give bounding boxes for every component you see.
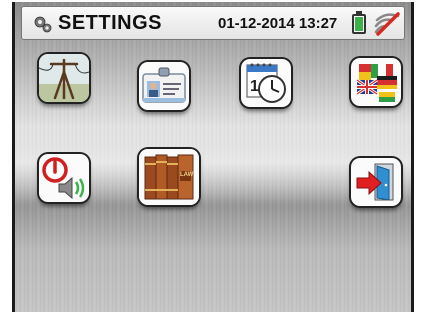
id-card-icon <box>142 67 186 103</box>
page-title: SETTINGS <box>58 12 163 34</box>
battery-level <box>355 17 363 31</box>
no-signal-icon <box>374 12 400 36</box>
calendar-clock-icon: 1 <box>246 63 286 103</box>
exit-door-icon <box>356 163 394 201</box>
law-label: LAW <box>180 172 194 178</box>
language-tile[interactable] <box>351 58 401 106</box>
exit-tile[interactable] <box>351 158 401 206</box>
date-time-readout: 01-12-2014 13:27 <box>218 15 338 32</box>
status-bar: SETTINGS 01-12-2014 13:27 <box>21 6 405 40</box>
device-frame: SETTINGS 01-12-2014 13:27 1 LAW <box>0 0 426 314</box>
gear-icon <box>34 16 52 33</box>
settings-screen: SETTINGS 01-12-2014 13:27 1 LAW <box>12 2 414 312</box>
power-line-icon <box>39 54 89 102</box>
power-line-tile[interactable] <box>39 54 89 102</box>
operator-id-tile[interactable] <box>139 62 189 110</box>
regulations-tile[interactable]: LAW <box>139 149 199 205</box>
date-time-tile[interactable]: 1 <box>241 59 291 107</box>
battery-icon <box>352 14 366 34</box>
speaker-power-icon <box>42 157 85 200</box>
svg-text:1: 1 <box>250 78 259 95</box>
flags-icon <box>356 64 397 102</box>
sound-tile[interactable] <box>39 154 89 202</box>
